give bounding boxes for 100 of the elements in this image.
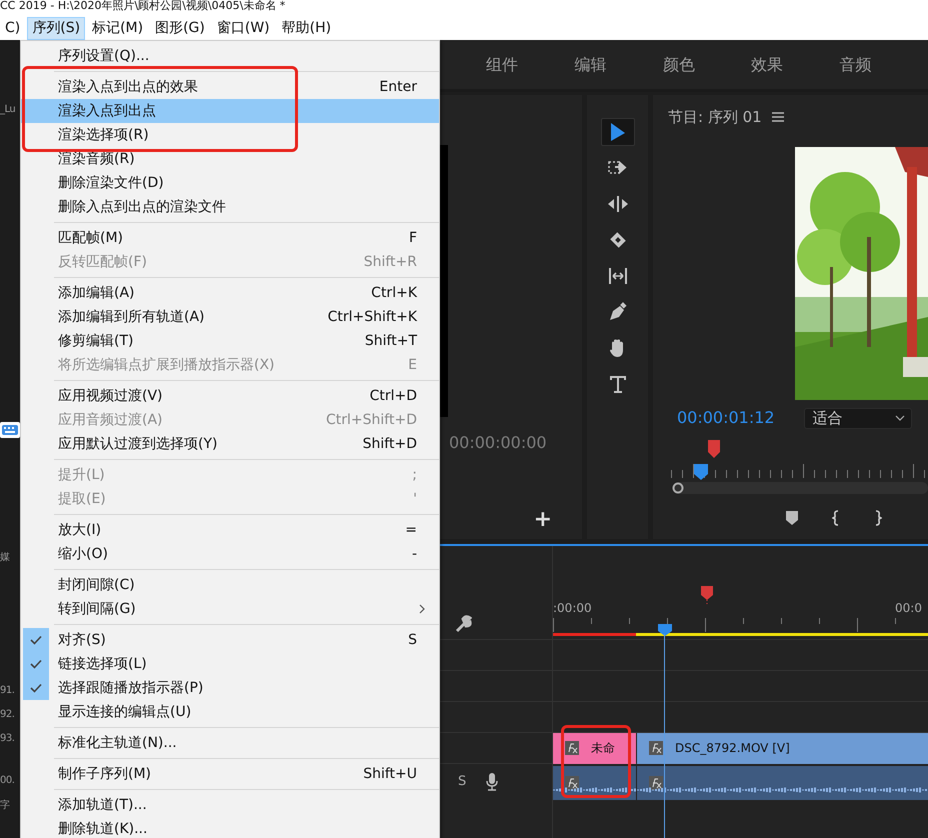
menu-item[interactable]: 转到间隔(G) (21, 597, 439, 621)
menu-item-label: 匹配帧(M) (57, 228, 124, 248)
track-label: S (458, 773, 466, 791)
menu-item-label: 渲染音频(R) (57, 150, 136, 168)
workspace-tab[interactable]: 编辑 (574, 52, 663, 76)
menu-item[interactable]: 修剪编辑(T) Shift+T (21, 329, 439, 353)
menu-item[interactable]: 制作子序列(M) Shift+U (21, 762, 439, 786)
tool-button[interactable] (600, 118, 634, 146)
mark-out-button[interactable] (874, 510, 882, 526)
menu-item[interactable]: 添加编辑到所有轨道(A) Ctrl+Shift+K (21, 305, 439, 329)
menu-item[interactable]: 选择跟随播放指示器(P) (21, 676, 439, 700)
menu-item[interactable]: 标准化主轨道(N)... (21, 731, 439, 755)
menu-item[interactable]: 渲染入点到出点的效果 Enter (21, 75, 439, 99)
menu-item[interactable]: 放大(I) = (21, 518, 439, 542)
menu-item-label: 放大(I) (57, 520, 102, 540)
add-marker-button[interactable] (786, 511, 798, 525)
menu-item[interactable]: 对齐(S) S (21, 628, 439, 652)
playhead-handle[interactable] (694, 464, 708, 480)
menu-bar-item[interactable]: 序列(S) (27, 17, 86, 40)
menu-bar-item[interactable]: 窗口(W) (212, 17, 275, 40)
menu-item-label: 反转匹配帧(F) (57, 252, 148, 272)
timecode: 00:0 (895, 600, 922, 617)
dropdown-value: 适合 (812, 408, 843, 429)
shortcut-text: ; (412, 466, 418, 484)
panel-text: 91. (0, 684, 14, 698)
menu-item[interactable]: 删除渲染文件(D) (21, 171, 439, 195)
shortcut-text: Shift+U (363, 764, 418, 784)
menu-item[interactable]: 添加轨道(T)... (21, 793, 439, 817)
shortcut-text: Ctrl+Shift+D (326, 410, 418, 430)
menu-item-label: 对齐(S) (57, 630, 107, 650)
menu-item[interactable]: 渲染选择项(R) (21, 123, 439, 147)
menu-item[interactable]: 匹配帧(M) F (21, 226, 439, 250)
fx-icon (565, 776, 579, 790)
menu-item[interactable]: 应用默认过渡到选择项(Y) Shift+D (21, 432, 439, 456)
panel-text: 媒 (0, 551, 10, 565)
scroll-bar[interactable] (673, 482, 928, 494)
add-button[interactable]: + (534, 509, 552, 531)
panel-title: 节目: 序列 01 (668, 106, 762, 128)
workspace-tab[interactable]: 效果 (751, 52, 840, 76)
menu-item-label: 添加编辑(A) (57, 284, 136, 302)
menu-item[interactable]: 渲染入点到出点 (21, 99, 439, 123)
menu-item[interactable]: 序列设置(Q)... (21, 44, 439, 68)
panel-text: 92. (0, 708, 14, 722)
timecode: :00:00 (553, 600, 592, 617)
menu-item[interactable]: 显示连接的编辑点(U) (21, 700, 439, 724)
keyboard-icon (0, 420, 20, 440)
menu-item-label: 删除入点到出点的渲染文件 (57, 198, 227, 216)
menu-bar-item[interactable]: C) (0, 17, 26, 40)
clip-name: DSC_8792.MOV [V] (675, 740, 790, 757)
in-marker-icon (701, 586, 713, 606)
shortcut-text: ' (413, 490, 418, 508)
menu-item-label: 提升(L) (57, 466, 106, 484)
chevron-down-icon (894, 415, 905, 421)
menu-item-label: 序列设置(Q)... (57, 46, 150, 66)
menu-bar-item[interactable]: 标记(M) (87, 17, 148, 40)
video-clip[interactable]: 未命 (553, 732, 636, 764)
menu-item[interactable]: 删除轨道(K)... (21, 817, 439, 838)
mark-in-button[interactable] (832, 510, 840, 526)
shortcut-text: Shift+T (364, 332, 418, 350)
menu-item-label: 应用默认过渡到选择项(Y) (57, 434, 218, 454)
video-clip[interactable]: DSC_8792.MOV [V] (637, 732, 928, 764)
menu-item[interactable]: 链接选择项(L) (21, 652, 439, 676)
menu-item-label: 封闭间隙(C) (57, 576, 136, 594)
menu-item-label: 应用音频过渡(A) (57, 410, 164, 430)
audio-clip[interactable] (637, 766, 928, 800)
chevron-right-icon (419, 604, 425, 614)
shortcut-text: Ctrl+Shift+K (328, 308, 418, 326)
menu-item[interactable]: 封闭间隙(C) (21, 573, 439, 597)
panel-text: _Lu (0, 103, 16, 117)
menu-item-label: 应用视频过渡(V) (57, 386, 164, 406)
window-title: CC 2019 - H:\2020年照片\顾村公园\视频\0405\未命名 * (0, 0, 286, 12)
menu-item-label: 缩小(O) (57, 544, 109, 564)
zoom-handle[interactable] (672, 482, 684, 494)
zoom-dropdown[interactable]: 适合 (804, 408, 912, 428)
panel-text: 93. (0, 732, 14, 746)
timecode: 00:00:00:00 (448, 432, 548, 454)
shortcut-text: Shift+R (364, 252, 418, 272)
playhead-handle[interactable] (658, 624, 672, 636)
menu-bar-item[interactable]: 帮助(H) (276, 17, 336, 40)
menu-bar-item[interactable]: 图形(G) (150, 17, 210, 40)
workspace-tab[interactable]: 音频 (840, 52, 928, 76)
shortcut-text: Enter (379, 78, 418, 96)
panel-text: 00. (0, 774, 14, 788)
in-marker-icon (708, 440, 720, 458)
menu-item-label: 添加轨道(T)... (57, 796, 148, 814)
shortcut-text: S (408, 630, 418, 650)
menu-item[interactable]: 删除入点到出点的渲染文件 (21, 195, 439, 219)
menu-item-label: 转到间隔(G) (57, 600, 137, 618)
menu-item[interactable]: 添加编辑(A) Ctrl+K (21, 281, 439, 305)
menu-item-label: 显示连接的编辑点(U) (57, 702, 192, 722)
menu-icon[interactable] (772, 111, 784, 123)
fx-icon (649, 741, 663, 755)
menu-item[interactable]: 应用视频过渡(V) Ctrl+D (21, 384, 439, 408)
fx-icon (649, 776, 663, 790)
menu-item[interactable]: 缩小(O) - (21, 542, 439, 566)
workspace-tab[interactable]: 组件 (486, 52, 574, 76)
menu-item-label: 渲染入点到出点 (57, 102, 157, 120)
menu-item[interactable]: 渲染音频(R) (21, 147, 439, 171)
menu-item-label: 链接选择项(L) (57, 654, 148, 674)
workspace-tab[interactable]: 颜色 (662, 52, 752, 76)
